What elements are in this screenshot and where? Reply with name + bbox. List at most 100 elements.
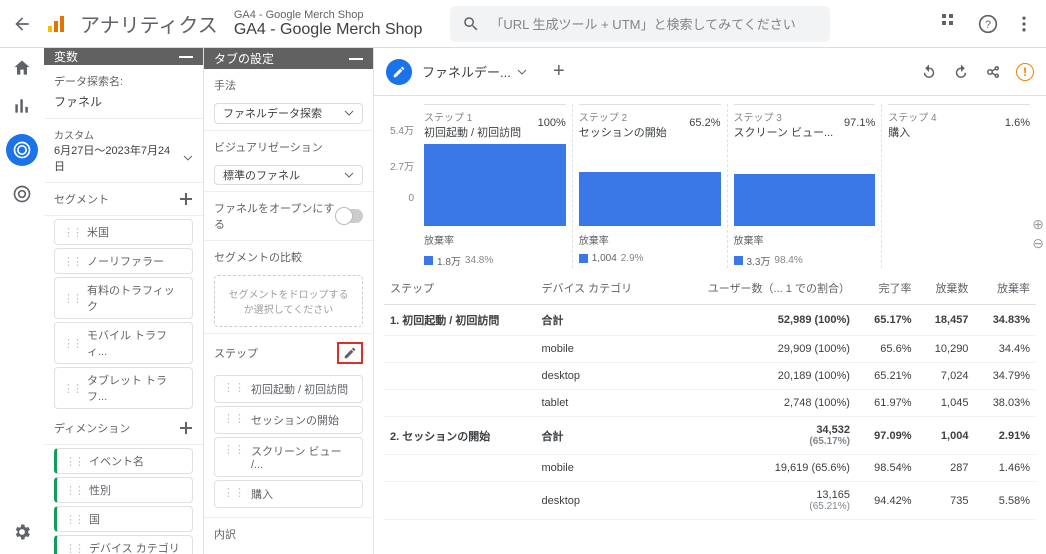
step-chip[interactable]: ⋮⋮セッションの開始 <box>214 406 363 434</box>
chevron-down-icon <box>344 108 354 118</box>
table-row: mobile29,909 (100%)65.6%10,29034.4% <box>384 336 1036 363</box>
undo-icon[interactable] <box>920 63 938 81</box>
property-selector[interactable]: GA4 - Google Merch Shop GA4 - Google Mer… <box>234 9 423 39</box>
variables-header: 変数 <box>44 48 203 65</box>
tab-settings-header: タブの設定 <box>204 48 373 69</box>
zoom-out-icon[interactable]: ⊖ <box>1032 235 1044 252</box>
back-icon[interactable] <box>12 14 32 34</box>
settings-icon[interactable] <box>12 522 32 542</box>
column-header[interactable]: 完了率 <box>856 272 918 305</box>
funnel-step: ステップ 1初回起動 / 初回訪問100%放棄率1.8万34.8% <box>418 104 573 268</box>
date-preset: カスタム <box>54 127 193 142</box>
topbar: アナリティクス GA4 - Google Merch Shop GA4 - Go… <box>0 0 1046 48</box>
column-header[interactable]: ユーザー数（... 1 での割合） <box>664 272 856 305</box>
column-header[interactable]: 放棄率 <box>974 272 1036 305</box>
step-chip[interactable]: ⋮⋮初回起動 / 初回訪問 <box>214 375 363 403</box>
segment-chip[interactable]: ⋮⋮有料のトラフィック <box>54 277 193 319</box>
funnel-step: ステップ 3スクリーン ビュー...97.1%放棄率3.3万98.4% <box>728 104 883 268</box>
variables-title: 変数 <box>54 48 78 65</box>
zoom-in-icon[interactable]: ⊕ <box>1032 216 1044 233</box>
segments-label: セグメント <box>54 191 109 207</box>
date-value: 6月27日～2023年7月24日 <box>54 142 179 174</box>
segment-chip[interactable]: ⋮⋮モバイル トラフィ... <box>54 322 193 364</box>
table-row: 2. セッションの開始合計34,532(65.17%)97.09%1,0042.… <box>384 417 1036 455</box>
tab-settings-title: タブの設定 <box>214 50 274 67</box>
tab-edit-icon[interactable] <box>386 59 412 85</box>
search-icon <box>462 15 480 33</box>
dimensions-header: ディメンション <box>44 412 203 445</box>
seg-compare-label: セグメントの比較 <box>204 241 373 265</box>
table-row: mobile19,619 (65.6%)98.54%2871.46% <box>384 455 1036 482</box>
abandon-info: 放棄率 <box>734 232 876 247</box>
abandon-info: 放棄率 <box>579 232 721 247</box>
dimension-chip[interactable]: ⋮⋮デバイス カテゴリ <box>54 535 193 554</box>
chevron-down-icon <box>517 67 527 77</box>
open-funnel-label: ファネルをオープンにする <box>214 200 337 232</box>
reports-icon[interactable] <box>12 96 32 116</box>
open-funnel-row: ファネルをオープンにする <box>204 192 373 240</box>
exploration-name: データ探索名: ファネル <box>44 65 203 119</box>
main-canvas: ファネルデー... + ! 5.4万 2.7万 0 ステップ 1初回起動 / 初… <box>374 48 1046 554</box>
viz-label: ビジュアリゼーション <box>204 131 373 155</box>
segment-chip[interactable]: ⋮⋮ノーリファラー <box>54 248 193 274</box>
home-icon[interactable] <box>12 58 32 78</box>
breakdown-label: 内訳 <box>204 518 373 550</box>
left-rail <box>0 48 44 554</box>
tab-settings-panel: タブの設定 手法 ファネルデータ探索 ビジュアリゼーション 標準のファネル ファ… <box>204 48 374 554</box>
app-title: アナリティクス <box>80 9 218 38</box>
redo-icon[interactable] <box>952 63 970 81</box>
y-axis: 5.4万 2.7万 0 <box>384 104 418 204</box>
column-header[interactable]: 放棄数 <box>917 272 974 305</box>
ga-logo-icon <box>44 12 68 36</box>
property-small: GA4 - Google Merch Shop <box>234 9 423 21</box>
technique-label: 手法 <box>204 69 373 93</box>
table-row: desktop13,165(65.21%)94.42%7355.58% <box>384 482 1036 520</box>
date-range[interactable]: カスタム 6月27日～2023年7月24日 <box>44 119 203 183</box>
sampling-warning-icon[interactable]: ! <box>1016 63 1034 81</box>
column-header[interactable]: ステップ <box>384 272 535 305</box>
step-chip[interactable]: ⋮⋮購入 <box>214 480 363 508</box>
funnel-step: ステップ 2セッションの開始65.2%放棄率1,0042.9% <box>573 104 728 268</box>
name-value[interactable]: ファネル <box>54 93 193 110</box>
edit-steps-button[interactable] <box>337 342 363 364</box>
search-input[interactable]: 「URL 生成ツール + UTM」と検索してみてください <box>450 6 830 42</box>
steps-header: ステップ <box>204 334 373 372</box>
explore-icon-selected[interactable] <box>6 134 38 166</box>
viz-select[interactable]: 標準のファネル <box>214 165 363 185</box>
segment-chip[interactable]: ⋮⋮米国 <box>54 219 193 245</box>
chevron-down-icon <box>183 153 193 163</box>
apps-icon[interactable] <box>942 14 962 34</box>
segment-chip[interactable]: ⋮⋮タブレット トラフ... <box>54 367 193 409</box>
svg-text:?: ? <box>985 19 991 31</box>
dimension-chip[interactable]: ⋮⋮性別 <box>54 477 193 503</box>
share-icon[interactable] <box>984 63 1002 81</box>
collapse-icon[interactable] <box>349 58 363 60</box>
advertising-icon[interactable] <box>12 184 32 204</box>
segment-drop-zone[interactable]: セグメントをドロップするか選択してください <box>214 275 363 327</box>
step-chip[interactable]: ⋮⋮スクリーン ビュー /... <box>214 437 363 477</box>
add-tab-button[interactable]: + <box>545 58 573 86</box>
table-row: tablet2,748 (100%)61.97%1,04538.03% <box>384 390 1036 417</box>
more-vert-icon[interactable] <box>1014 14 1034 34</box>
add-segment-icon[interactable] <box>179 192 193 206</box>
add-dimension-icon[interactable] <box>179 421 193 435</box>
segments-header: セグメント <box>44 183 203 216</box>
collapse-icon[interactable] <box>179 56 193 58</box>
name-label: データ探索名: <box>54 73 193 89</box>
variables-panel: 変数 データ探索名: ファネル カスタム 6月27日～2023年7月24日 セグ… <box>44 48 204 554</box>
dimension-chip[interactable]: ⋮⋮イベント名 <box>54 448 193 474</box>
chevron-down-icon <box>344 170 354 180</box>
active-tab[interactable]: ファネルデー... <box>422 62 527 81</box>
technique-select[interactable]: ファネルデータ探索 <box>214 103 363 123</box>
top-right-actions: ? <box>942 14 1034 34</box>
table-row: desktop20,189 (100%)65.21%7,02434.79% <box>384 363 1036 390</box>
open-funnel-toggle[interactable] <box>337 209 363 223</box>
property-main: GA4 - Google Merch Shop <box>234 21 423 39</box>
dimension-chip[interactable]: ⋮⋮国 <box>54 506 193 532</box>
tab-bar: ファネルデー... + ! <box>374 48 1046 96</box>
search-placeholder: 「URL 生成ツール + UTM」と検索してみてください <box>490 14 795 33</box>
steps-label: ステップ <box>214 345 258 361</box>
funnel-step: ステップ 4購入1.6% <box>882 104 1036 268</box>
help-icon[interactable]: ? <box>978 14 998 34</box>
column-header[interactable]: デバイス カテゴリ <box>535 272 663 305</box>
